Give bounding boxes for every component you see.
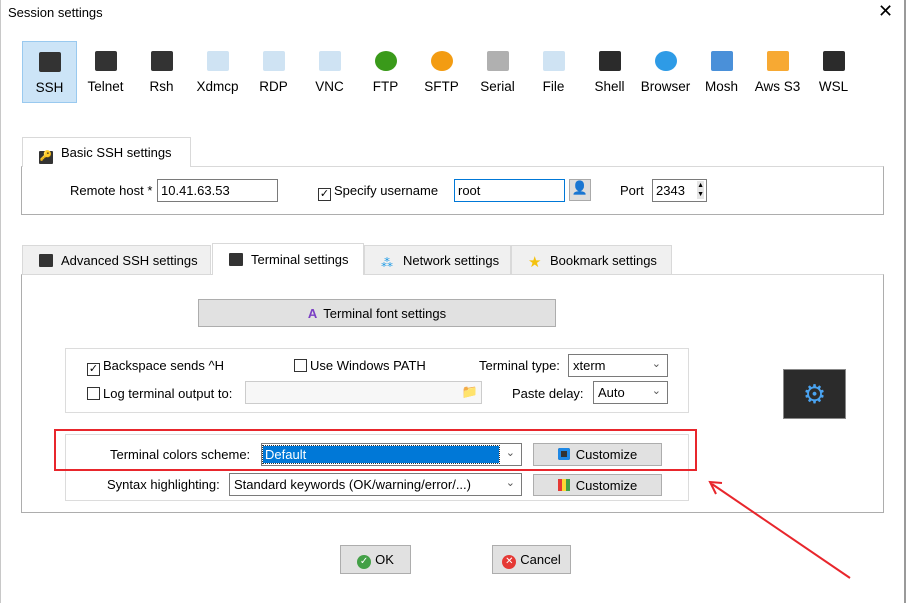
ok-button[interactable]: ✓ OK [340,545,411,574]
tab-basic-ssh-settings[interactable]: 🔑 Basic SSH settings [22,137,191,167]
cancel-icon: ✕ [502,555,517,569]
tab-terminal-settings[interactable]: Terminal settings [212,243,364,275]
tab-label: Terminal settings [251,252,349,267]
annotation-arrow [708,480,851,579]
button-label: Cancel [520,552,561,567]
button-label: OK [375,552,394,567]
key-icon: 🔑 [39,151,53,164]
tab-label: Basic SSH settings [61,145,172,160]
check-icon: ✓ [357,555,372,569]
cancel-button[interactable]: ✕ Cancel [492,545,571,574]
gear-icon [229,253,243,266]
